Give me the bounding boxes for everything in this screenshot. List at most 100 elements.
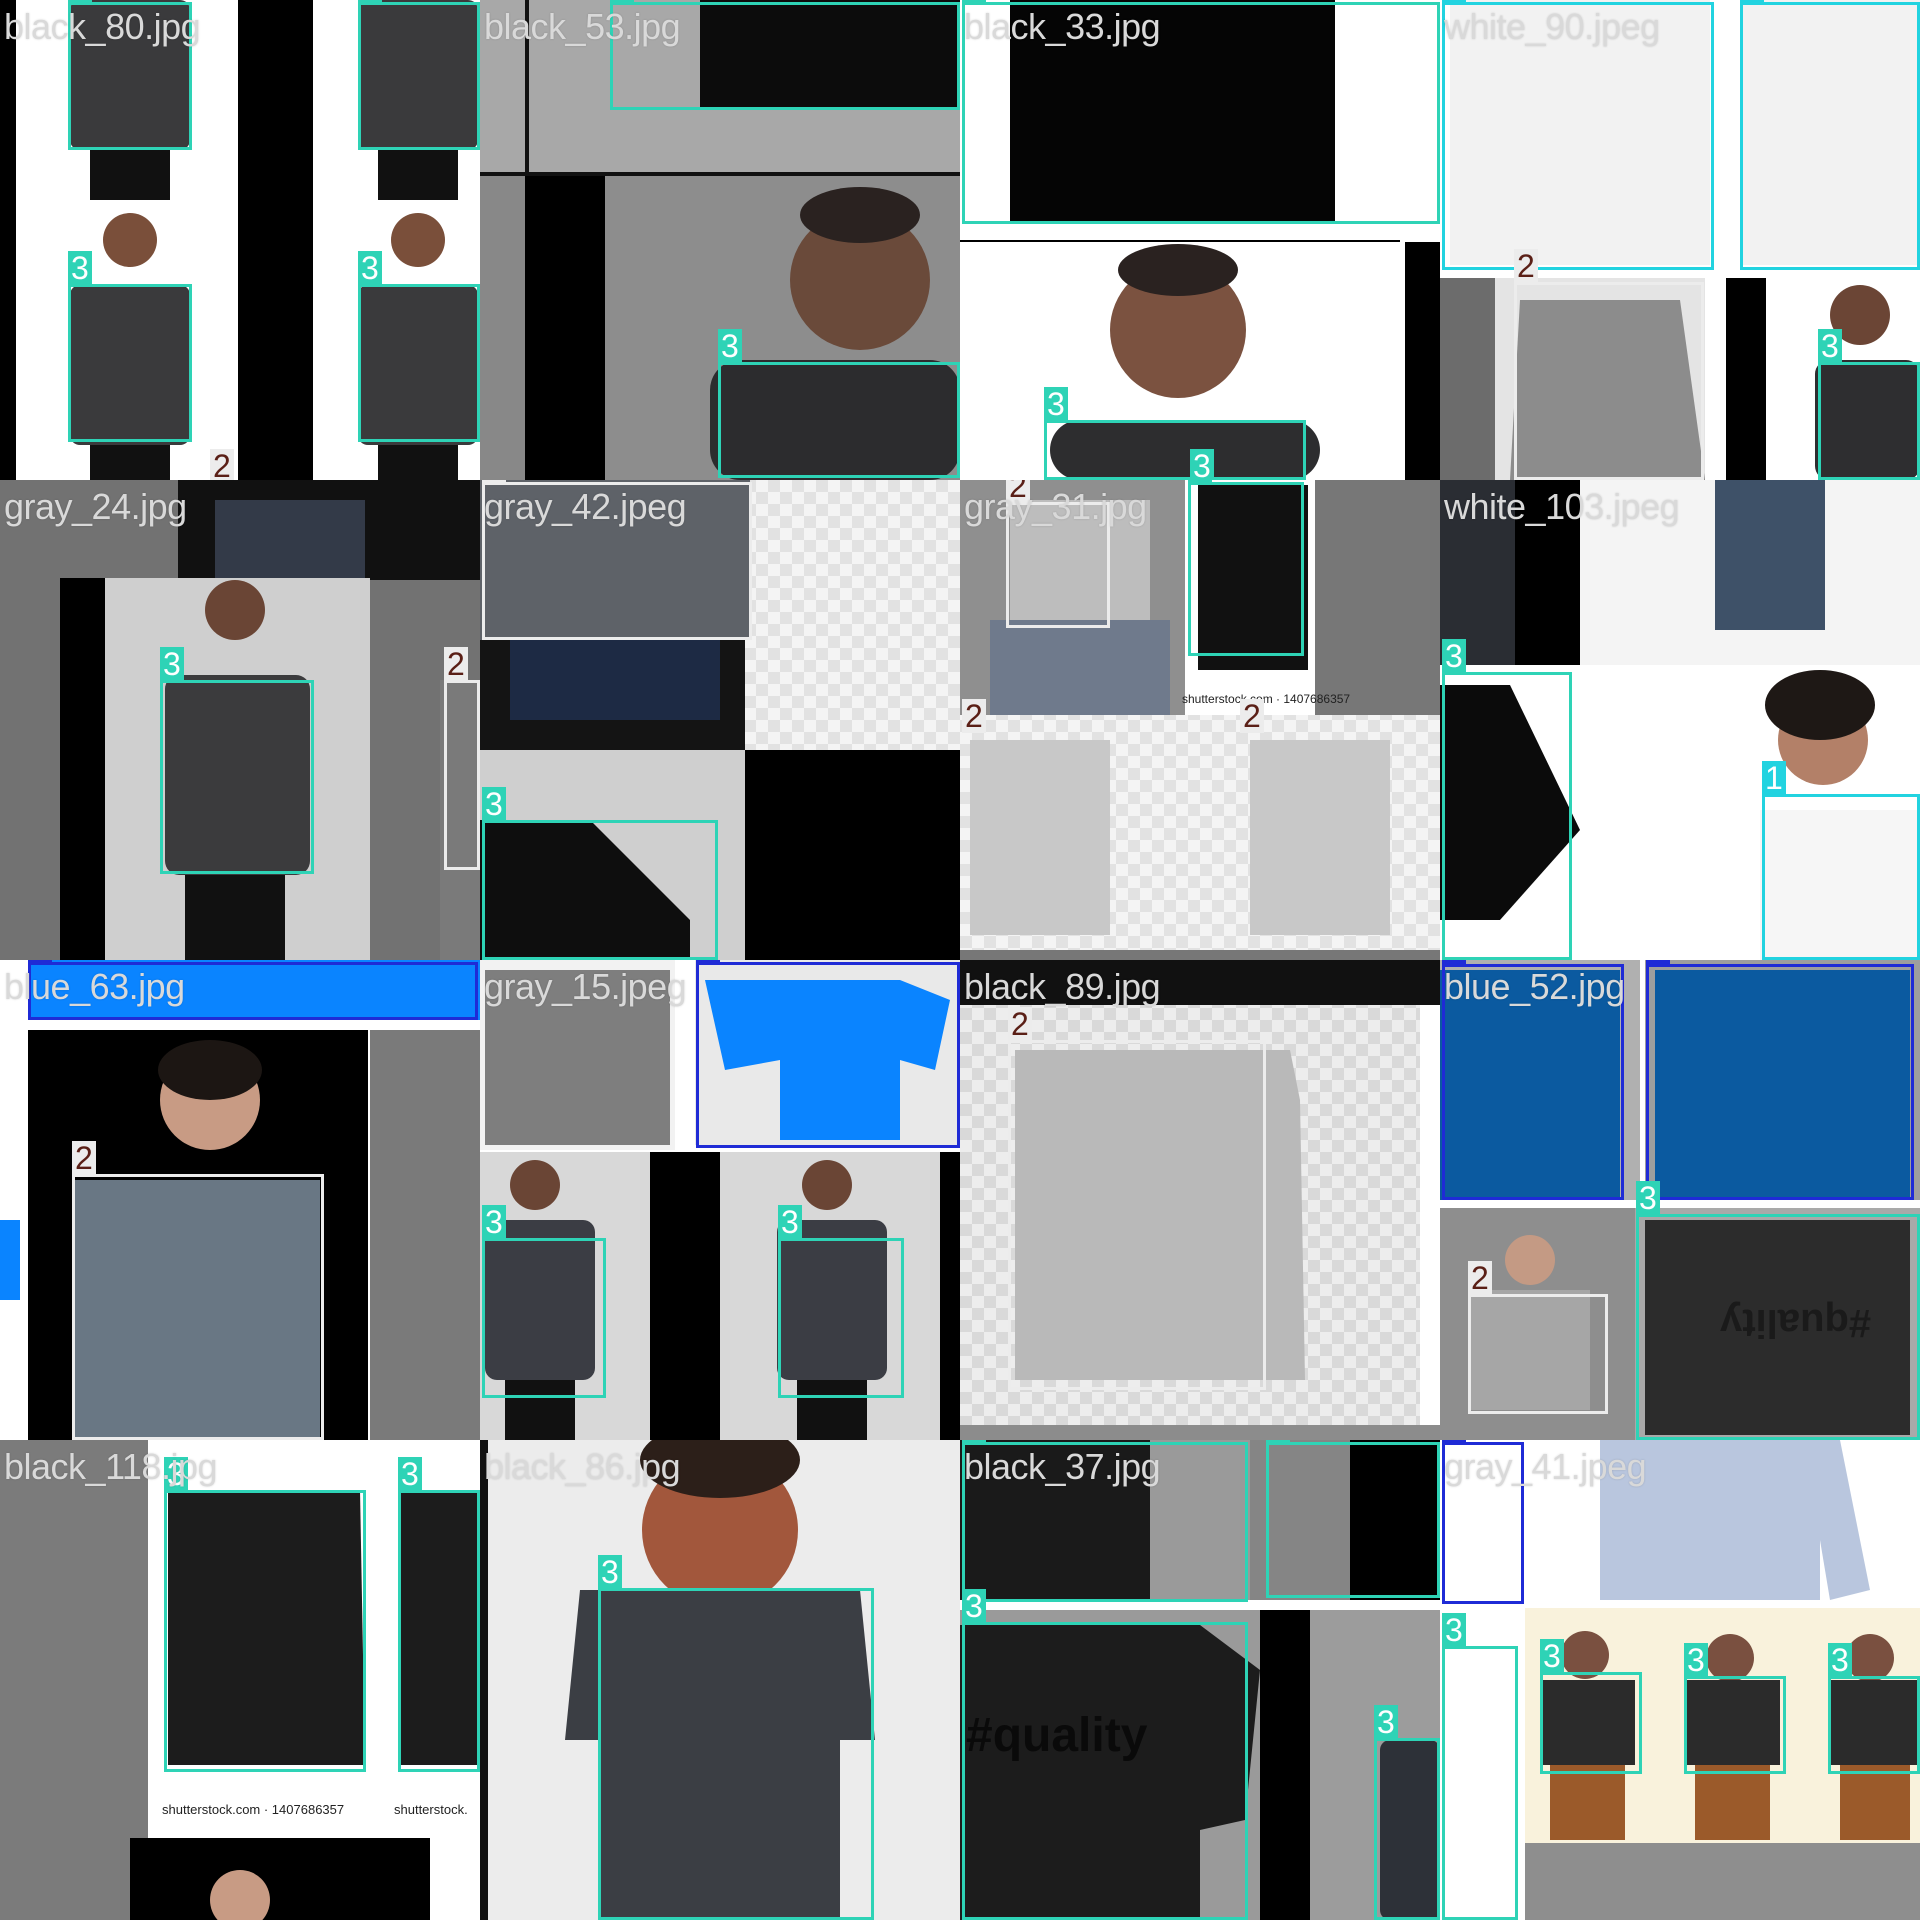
class-label: 0 — [28, 960, 52, 963]
detection-box: 2 — [72, 1141, 324, 1440]
class-label: 3 — [358, 0, 382, 3]
mosaic-tile: white_90.jpeg 1 1 2 3 — [1440, 0, 1920, 480]
image-filename: gray_15.jpeg — [484, 966, 687, 1007]
class-label: 3 — [160, 647, 184, 681]
class-label: 3 — [778, 1205, 802, 1239]
detection-box: 3 — [160, 647, 314, 874]
detection-box: 3 — [1374, 1705, 1440, 1920]
detection-box: 2 — [962, 699, 1112, 952]
detection-box: 1 — [1740, 0, 1920, 270]
class-label: 3 — [1374, 1705, 1398, 1739]
class-label: 3 — [962, 1589, 986, 1623]
class-label: 2 — [1514, 249, 1538, 283]
class-label: 3 — [962, 1440, 986, 1443]
class-label: 3 — [1190, 449, 1214, 480]
class-label: 3 — [718, 329, 742, 363]
image-filename: blue_63.jpg — [4, 966, 185, 1007]
class-label: 3 — [68, 251, 92, 285]
detection-box: 3 — [358, 0, 480, 150]
detection-box: 3 — [718, 329, 960, 478]
class-label: 2 — [72, 1141, 96, 1175]
detection-box: 3 — [1442, 639, 1572, 960]
class-label: 1 — [1762, 761, 1786, 795]
mosaic-tile: gray_42.jpeg 2 3 — [480, 480, 960, 960]
class-label: 3 — [1540, 1639, 1564, 1673]
watermark-text: shutterstock. — [394, 1802, 468, 1817]
class-label: 3 — [962, 0, 986, 3]
detection-box: 3 — [1442, 1613, 1518, 1920]
detection-box: 3 — [1540, 1639, 1642, 1774]
image-filename: white_90.jpeg — [1444, 6, 1660, 47]
detection-box: 3 — [962, 1589, 1248, 1920]
image-filename: gray_42.jpeg — [484, 486, 687, 527]
class-label: 2 — [482, 480, 506, 483]
mosaic-tile: black_118.jpg 3 3 shutterstock.com · 140… — [0, 1440, 480, 1920]
class-label: 0 — [1646, 960, 1670, 965]
detection-box: 3 — [482, 1205, 606, 1398]
class-label: 2 — [1240, 699, 1264, 733]
class-label: 3 — [1684, 1643, 1708, 1677]
image-filename: black_86.jpg — [484, 1446, 681, 1487]
class-label: 0 — [696, 960, 720, 963]
class-label: 0 — [1442, 1440, 1466, 1443]
image-filename: black_33.jpg — [964, 6, 1161, 47]
image-filename: gray_41.jpeg — [1444, 1446, 1647, 1487]
detection-box: 3 — [482, 787, 718, 960]
detection-box: 2 — [1240, 699, 1390, 952]
class-label: 3 — [398, 1457, 422, 1491]
class-label: 3 — [1818, 329, 1842, 363]
class-label: 3 — [1442, 639, 1466, 673]
detection-box: 3 — [1266, 1440, 1440, 1598]
mosaic-tile: gray_31.jpg 2 3 2 2 shutterstock.com · 1… — [960, 480, 1440, 960]
class-label: 1 — [1740, 0, 1764, 3]
detection-box: 3 — [1636, 1181, 1920, 1440]
image-filename: blue_52.jpg — [1444, 966, 1625, 1007]
class-label: 2 — [210, 449, 234, 480]
class-label: 3 — [1828, 1643, 1852, 1677]
image-filename: black_53.jpg — [484, 6, 681, 47]
detection-box: 3 — [68, 251, 192, 442]
class-label: 3 — [482, 787, 506, 821]
class-label: 0 — [1442, 960, 1466, 965]
detection-box: 3 — [1828, 1643, 1920, 1774]
class-label: 3 — [358, 251, 382, 285]
detection-box: 0 — [1646, 960, 1914, 1200]
image-filename: white_103.jpeg — [1444, 486, 1680, 527]
class-label: 2 — [962, 699, 986, 733]
watermark-text: shutterstock.com · 1407686357 — [1182, 692, 1351, 706]
detection-box: 2 — [1514, 249, 1704, 480]
detection-box: 3 — [1684, 1643, 1786, 1774]
detection-box: 3 — [598, 1555, 874, 1920]
mosaic-tile: black_33.jpg 3 3 3 — [960, 0, 1440, 480]
image-filename: black_37.jpg — [964, 1446, 1161, 1487]
detection-box: 3 — [778, 1205, 904, 1398]
detection-box: 3 — [1818, 329, 1920, 480]
class-label: 3 — [1188, 480, 1212, 483]
class-label: 3 — [1442, 1613, 1466, 1647]
mosaic-tile: black_80.jpg 3 3 3 3 2 — [0, 0, 480, 480]
class-label: 1 — [1442, 0, 1466, 3]
class-label: 3 — [1044, 387, 1068, 421]
detection-mosaic: black_80.jpg 3 3 3 3 2 black_53.jpg 3 3 — [0, 0, 1920, 1920]
image-filename: gray_31.jpg — [964, 486, 1147, 527]
class-label: 3 — [610, 0, 634, 3]
class-label: 3 — [598, 1555, 622, 1589]
image-filename: black_118.jpg — [4, 1446, 218, 1487]
mosaic-tile: blue_52.jpg 0 0 2 3 #quality — [1440, 960, 1920, 1440]
mosaic-tile: gray_15.jpeg 0 3 3 — [480, 960, 960, 1440]
class-label: 3 — [482, 1205, 506, 1239]
detection-box: 2 — [444, 647, 480, 870]
class-label: 2 — [1008, 1007, 1032, 1041]
mosaic-tile: black_89.jpg 2 — [960, 960, 1440, 1440]
detection-box: 3 — [358, 251, 480, 442]
image-filename: black_80.jpg — [4, 6, 201, 47]
mosaic-tile: white_103.jpeg 3 1 — [1440, 480, 1920, 960]
class-label: 2 — [1468, 1261, 1492, 1295]
class-label: 3 — [1266, 1440, 1290, 1443]
watermark-text: shutterstock.com · 1407686357 — [162, 1802, 345, 1817]
class-label: 3 — [68, 0, 92, 3]
detection-box: 2 — [1468, 1261, 1608, 1414]
class-label: 2 — [444, 647, 468, 681]
image-filename: black_89.jpg — [964, 966, 1161, 1007]
mosaic-tile: blue_63.jpg 0 2 — [0, 960, 480, 1440]
